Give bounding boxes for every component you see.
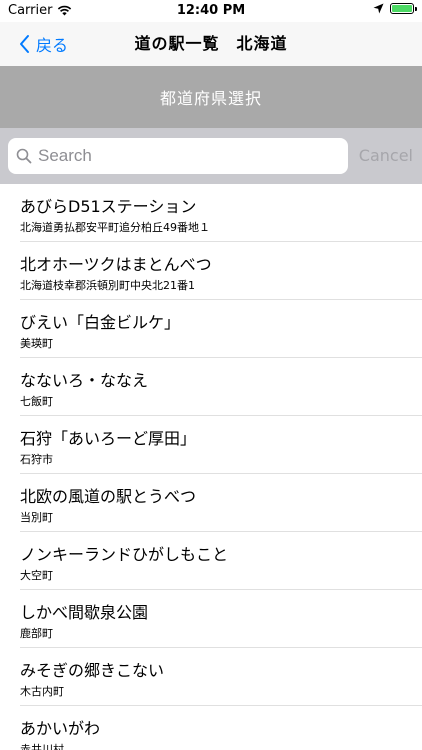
station-address: 鹿部町: [20, 627, 53, 640]
list-item[interactable]: びえい「白金ビルケ」 美瑛町: [0, 300, 422, 358]
station-address: 北海道枝幸郡浜頓別町中央北21番1: [20, 279, 195, 292]
station-name: びえい「白金ビルケ」: [20, 313, 181, 332]
location-arrow-icon: [373, 3, 384, 14]
status-time: 12:40 PM: [176, 3, 246, 18]
station-address: 七飯町: [20, 395, 53, 408]
station-name: あかいがわ: [20, 719, 101, 738]
list-item[interactable]: 石狩「あいろーど厚田」 石狩市: [0, 416, 422, 474]
list-item[interactable]: ノンキーランドひがしもこと 大空町: [0, 532, 422, 590]
station-address: 木古内町: [20, 685, 64, 698]
station-address: 美瑛町: [20, 337, 53, 350]
station-name: なないろ・ななえ: [20, 371, 149, 390]
station-address: 石狩市: [20, 453, 53, 466]
station-name: 北オホーツクはまとんべつ: [20, 255, 212, 274]
station-name: しかべ間歇泉公園: [20, 603, 149, 622]
list-item[interactable]: 北オホーツクはまとんべつ 北海道枝幸郡浜頓別町中央北21番1: [0, 242, 422, 300]
station-list: あびらD51ステーション 北海道勇払郡安平町追分柏丘49番地１ 北オホーツクはま…: [0, 184, 422, 750]
search-bar: Cancel: [0, 128, 422, 184]
search-input[interactable]: [38, 146, 328, 166]
prefecture-select-button[interactable]: 都道府県選択: [0, 66, 422, 128]
list-item[interactable]: しかべ間歇泉公園 鹿部町: [0, 590, 422, 648]
cancel-button[interactable]: Cancel: [359, 138, 413, 174]
navigation-bar: 戻る 道の駅一覧 北海道: [0, 22, 422, 66]
battery-icon: [390, 3, 417, 14]
search-icon: [16, 148, 32, 164]
station-name: 石狩「あいろーど厚田」: [20, 429, 197, 448]
list-item[interactable]: あびらD51ステーション 北海道勇払郡安平町追分柏丘49番地１: [0, 184, 422, 242]
page-title: 道の駅一覧 北海道: [134, 34, 288, 53]
station-address: 当別町: [20, 511, 53, 524]
prefecture-select-label: 都道府県選択: [159, 89, 262, 108]
search-field[interactable]: [8, 138, 348, 174]
list-item[interactable]: なないろ・ななえ 七飯町: [0, 358, 422, 416]
station-address: 赤井川村: [20, 743, 64, 750]
station-name: 北欧の風道の駅とうべつ: [20, 487, 197, 506]
list-item[interactable]: 北欧の風道の駅とうべつ 当別町: [0, 474, 422, 532]
list-item[interactable]: みそぎの郷きこない 木古内町: [0, 648, 422, 706]
battery-cap: [415, 7, 417, 11]
list-item[interactable]: あかいがわ 赤井川村: [0, 706, 422, 750]
station-name: あびらD51ステーション: [20, 197, 197, 216]
station-address: 北海道勇払郡安平町追分柏丘49番地１: [20, 221, 210, 234]
status-right: [373, 3, 417, 14]
station-name: みそぎの郷きこない: [20, 661, 165, 680]
status-bar: Carrier 12:40 PM: [0, 0, 422, 22]
battery-level: [392, 5, 412, 12]
station-address: 大空町: [20, 569, 53, 582]
station-name: ノンキーランドひがしもこと: [20, 545, 229, 564]
